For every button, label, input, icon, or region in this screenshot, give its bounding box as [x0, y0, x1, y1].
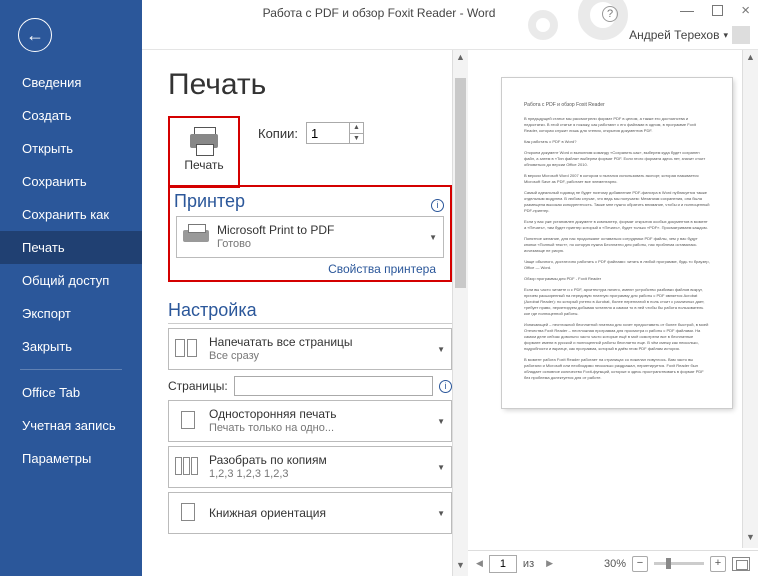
- dropdown-title: Разобрать по копиям: [209, 453, 429, 467]
- chevron-down-icon: ▼: [437, 417, 445, 426]
- scroll-down-icon[interactable]: ▼: [455, 560, 466, 574]
- sidebar-item-new[interactable]: Создать: [0, 99, 142, 132]
- printer-section-title: Принтер: [174, 191, 245, 212]
- chevron-down-icon: ▼: [437, 509, 445, 518]
- page-number-input[interactable]: [489, 555, 517, 573]
- maximize-button[interactable]: [712, 5, 723, 16]
- print-settings-panel: Печать Печать Копии: ▲▼ Принтер i: [142, 50, 452, 576]
- close-button[interactable]: ×: [741, 4, 750, 17]
- zoom-level: 30%: [604, 558, 626, 570]
- next-page-button[interactable]: ▶: [546, 558, 553, 569]
- page-of-label: из: [523, 558, 534, 570]
- print-button-label: Печать: [184, 158, 223, 172]
- scroll-up-icon[interactable]: ▲: [455, 52, 466, 66]
- orientation-dropdown[interactable]: Книжная ориентация ▼: [168, 492, 452, 534]
- printer-properties-link[interactable]: Свойства принтера: [176, 258, 444, 276]
- copies-spinner[interactable]: ▲▼: [306, 122, 364, 144]
- pages-icon: [175, 339, 201, 359]
- page-title: Печать: [168, 68, 452, 102]
- dropdown-title: Напечатать все страницы: [209, 335, 429, 349]
- sidebar-item-share[interactable]: Общий доступ: [0, 264, 142, 297]
- page-icon: [175, 411, 201, 431]
- pages-input[interactable]: [234, 376, 433, 396]
- info-icon[interactable]: i: [439, 380, 452, 393]
- scroll-up-icon[interactable]: ▲: [745, 52, 756, 66]
- help-button[interactable]: ?: [602, 6, 618, 22]
- collate-dropdown[interactable]: Разобрать по копиям 1,2,3 1,2,3 1,2,3 ▼: [168, 446, 452, 488]
- arrow-left-icon: ←: [26, 25, 44, 46]
- printer-name: Microsoft Print to PDF: [217, 223, 421, 237]
- portrait-icon: [175, 503, 201, 523]
- printer-icon: [183, 227, 209, 247]
- dropdown-title: Книжная ориентация: [209, 506, 429, 520]
- sidebar-item-export[interactable]: Экспорт: [0, 297, 142, 330]
- print-button[interactable]: Печать: [168, 116, 240, 188]
- zoom-in-button[interactable]: +: [710, 556, 726, 572]
- print-preview: Работа с PDF и обзор Foxit Reader В пред…: [468, 50, 758, 576]
- printer-section-highlight: Принтер i Microsoft Print to PDF Готово …: [168, 185, 452, 282]
- sidebar-item-open[interactable]: Открыть: [0, 132, 142, 165]
- copies-input[interactable]: [307, 123, 349, 143]
- collate-icon: [175, 457, 201, 477]
- user-account[interactable]: Андрей Терехов ▾: [629, 26, 750, 44]
- dropdown-sub: Печать только на одно...: [209, 421, 429, 435]
- spinner-up[interactable]: ▲: [350, 123, 363, 134]
- sidebar-item-save[interactable]: Сохранить: [0, 165, 142, 198]
- sides-dropdown[interactable]: Односторонняя печать Печать только на од…: [168, 400, 452, 442]
- spinner-down[interactable]: ▼: [350, 134, 363, 144]
- chevron-down-icon: ▼: [429, 233, 437, 242]
- dropdown-title: Односторонняя печать: [209, 407, 429, 421]
- chevron-down-icon: ▾: [723, 30, 728, 41]
- sidebar-item-print[interactable]: Печать: [0, 231, 142, 264]
- dropdown-sub: 1,2,3 1,2,3 1,2,3: [209, 467, 429, 481]
- sidebar-item-options[interactable]: Параметры: [0, 442, 142, 475]
- back-button[interactable]: ←: [18, 18, 52, 52]
- print-range-dropdown[interactable]: Напечатать все страницы Все сразу ▼: [168, 328, 452, 370]
- backstage-sidebar: ← Сведения Создать Открыть Сохранить Сох…: [0, 0, 142, 576]
- preview-page: Работа с PDF и обзор Foxit Reader В пред…: [502, 78, 732, 408]
- zoom-slider[interactable]: [654, 562, 704, 565]
- scroll-down-icon[interactable]: ▼: [745, 532, 756, 546]
- pages-label: Страницы:: [168, 379, 228, 393]
- chevron-down-icon: ▼: [437, 463, 445, 472]
- preview-scrollbar[interactable]: ▲ ▼: [742, 50, 758, 548]
- settings-scrollbar[interactable]: ▲ ▼: [452, 50, 468, 576]
- settings-section-title: Настройка: [168, 300, 257, 321]
- user-name: Андрей Терехов: [629, 28, 719, 42]
- sidebar-item-account[interactable]: Учетная запись: [0, 409, 142, 442]
- preview-statusbar: ◀ из ▶ 30% − +: [468, 550, 758, 576]
- printer-icon: [190, 132, 218, 154]
- prev-page-button[interactable]: ◀: [476, 558, 483, 569]
- chevron-down-icon: ▼: [437, 345, 445, 354]
- info-icon[interactable]: i: [431, 199, 444, 212]
- scroll-thumb[interactable]: [455, 78, 466, 288]
- sidebar-item-info[interactable]: Сведения: [0, 66, 142, 99]
- printer-status: Готово: [217, 237, 421, 251]
- avatar: [732, 26, 750, 44]
- printer-dropdown[interactable]: Microsoft Print to PDF Готово ▼: [176, 216, 444, 258]
- sidebar-item-saveas[interactable]: Сохранить как: [0, 198, 142, 231]
- dropdown-sub: Все сразу: [209, 349, 429, 363]
- window-title: Работа с PDF и обзор Foxit Reader - Word: [263, 6, 496, 20]
- fit-to-window-button[interactable]: [732, 557, 750, 571]
- minimize-button[interactable]: [680, 11, 694, 12]
- sidebar-item-close[interactable]: Закрыть: [0, 330, 142, 363]
- zoom-out-button[interactable]: −: [632, 556, 648, 572]
- copies-label: Копии:: [258, 126, 298, 141]
- sidebar-item-officetab[interactable]: Office Tab: [0, 376, 142, 409]
